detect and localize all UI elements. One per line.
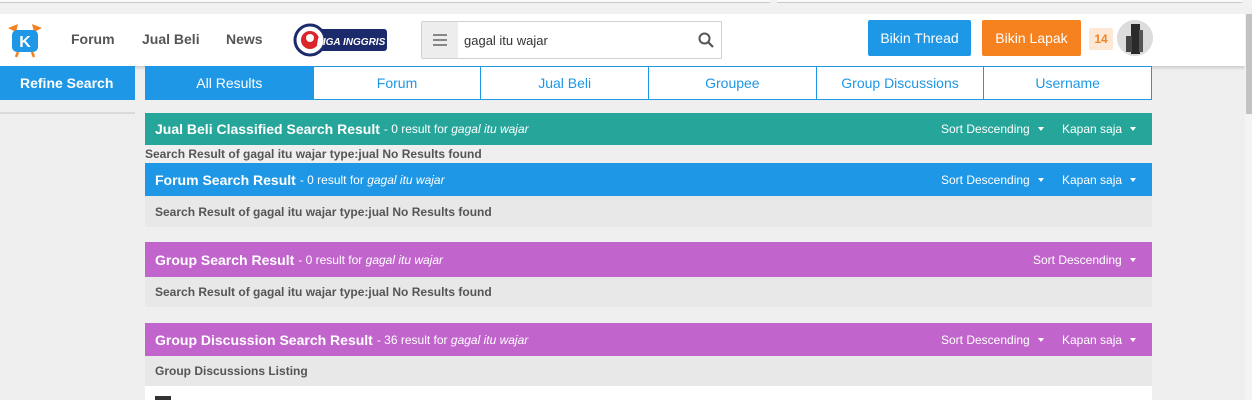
tab-groupee[interactable]: Groupee: [648, 67, 816, 99]
section-count: - 0 result for gagal itu wajar: [383, 122, 529, 136]
page-scrollbar[interactable]: [1245, 14, 1252, 400]
tab-group-discussions[interactable]: Group Discussions: [815, 67, 984, 99]
group-no-results: Search Result of gagal itu wajar type:ju…: [145, 277, 1152, 307]
chevron-down-icon: [1130, 177, 1137, 182]
section-count: - 36 result for gagal itu wajar: [376, 332, 529, 347]
browser-frame-edge: [777, 0, 1242, 3]
nav-jual-beli-link[interactable]: Jual Beli: [142, 31, 200, 47]
search-input[interactable]: [464, 22, 684, 58]
search-icon[interactable]: [697, 31, 715, 49]
scrollbar-thumb[interactable]: [1246, 14, 1252, 114]
chevron-down-icon: [1037, 177, 1044, 182]
section-count: - 0 result for gagal itu wajar: [299, 172, 445, 187]
section-title: Forum Search Result: [155, 171, 296, 188]
group-result-header: Group Search Result - 0 result for gagal…: [145, 242, 1152, 277]
chevron-down-icon: [1037, 337, 1044, 342]
svg-text:K: K: [19, 34, 31, 51]
bikin-lapak-button[interactable]: Bikin Lapak: [982, 20, 1081, 56]
section-title: Jual Beli Classified Search Result: [155, 121, 380, 137]
liga-inggris-logo[interactable]: LIGA INGGRIS: [293, 23, 389, 57]
tab-jual-beli[interactable]: Jual Beli: [480, 67, 648, 99]
hamburger-icon: [433, 34, 447, 46]
notification-badge[interactable]: 14: [1089, 28, 1113, 50]
sort-dropdown[interactable]: Sort Descending: [1033, 253, 1136, 267]
chevron-down-icon: [1130, 127, 1137, 131]
listing-item-checkbox[interactable]: [155, 396, 171, 400]
bikin-thread-button[interactable]: Bikin Thread: [868, 20, 971, 56]
browser-top-strip: [0, 0, 1252, 14]
avatar-image: [1117, 20, 1153, 56]
chevron-down-icon: [1129, 257, 1136, 262]
search-menu-button[interactable]: [422, 22, 458, 58]
chevron-down-icon: [1037, 127, 1044, 131]
site-header: K Forum Jual Beli News LIGA INGGRIS Biki…: [0, 14, 1245, 66]
result-tabs: All Results Forum Jual Beli Groupee Grou…: [145, 66, 1152, 100]
kaskus-logo-icon[interactable]: K: [6, 22, 44, 58]
forum-no-results: Search Result of gagal itu wajar type:ju…: [145, 196, 1152, 227]
time-filter-dropdown[interactable]: Kapan saja: [1062, 173, 1137, 187]
listing-area: [145, 386, 1152, 400]
tab-all-results[interactable]: All Results: [146, 67, 313, 99]
chevron-down-icon: [1130, 337, 1137, 342]
sidebar-divider: [0, 112, 135, 114]
forum-result-header: Forum Search Result - 0 result for gagal…: [145, 163, 1152, 196]
sort-dropdown[interactable]: Sort Descending: [941, 173, 1044, 187]
nav-news-link[interactable]: News: [226, 31, 263, 47]
tab-username[interactable]: Username: [983, 67, 1151, 99]
section-count: - 0 result for gagal itu wajar: [298, 252, 444, 267]
user-avatar[interactable]: [1117, 20, 1153, 56]
time-filter-dropdown[interactable]: Kapan saja: [1062, 333, 1137, 347]
jual-beli-result-header: Jual Beli Classified Search Result - 0 r…: [145, 113, 1152, 145]
browser-frame-edge: [0, 0, 770, 3]
tab-forum[interactable]: Forum: [312, 67, 481, 99]
time-filter-dropdown[interactable]: Kapan saja: [1062, 122, 1137, 136]
sort-dropdown[interactable]: Sort Descending: [941, 333, 1044, 347]
jual-beli-no-results: Search Result of gagal itu wajar type:ju…: [145, 147, 482, 161]
liga-inggris-text: LIGA INGGRIS: [317, 37, 386, 48]
search-box: [421, 21, 722, 59]
refine-search-button[interactable]: Refine Search: [0, 66, 135, 100]
section-title: Group Search Result: [155, 251, 295, 268]
sort-dropdown[interactable]: Sort Descending: [941, 122, 1044, 136]
nav-forum-link[interactable]: Forum: [71, 31, 115, 47]
section-title: Group Discussion Search Result: [155, 331, 373, 348]
group-discussions-listing-label: Group Discussions Listing: [145, 356, 1152, 386]
group-discussion-result-header: Group Discussion Search Result - 36 resu…: [145, 323, 1152, 356]
